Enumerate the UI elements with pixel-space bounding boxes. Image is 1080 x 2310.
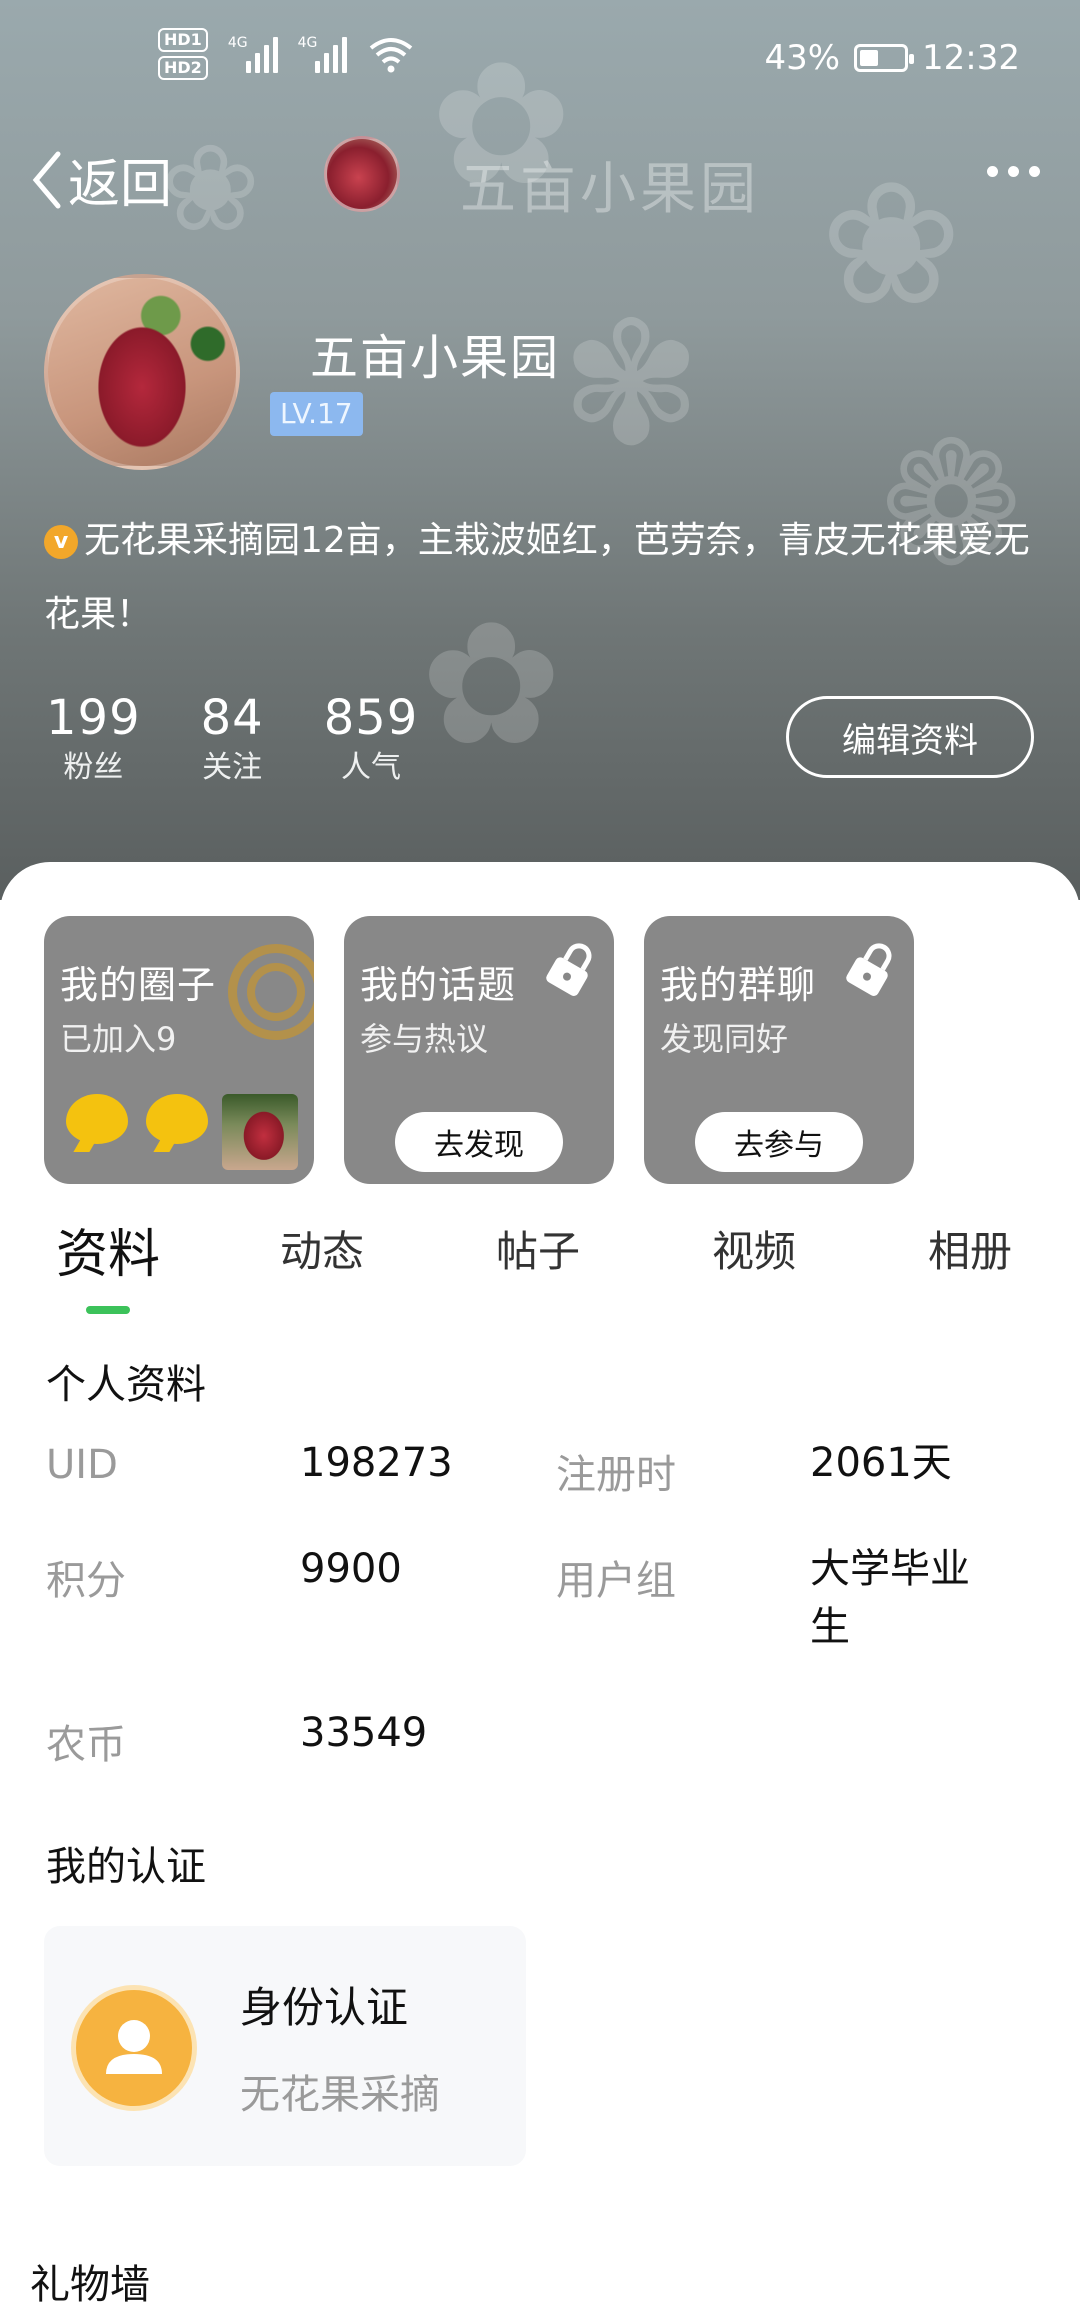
stat-number: 199 bbox=[46, 690, 141, 746]
hd-indicator: HD1 HD2 bbox=[158, 28, 208, 80]
top-nav-bar: 返回 五亩小果园 bbox=[0, 130, 1080, 230]
wifi-icon bbox=[370, 38, 413, 73]
stat-label: 粉丝 bbox=[63, 750, 124, 785]
card-subtitle: 参与热议 bbox=[360, 1020, 489, 1058]
lock-icon bbox=[546, 943, 592, 996]
chat-bubble-icon bbox=[66, 1094, 128, 1144]
discover-button[interactable]: 去发现 bbox=[395, 1112, 563, 1172]
nav-avatar bbox=[324, 136, 400, 212]
chat-bubble-icon bbox=[146, 1094, 208, 1144]
profile-content-sheet: 我的圈子 已加入9 我的话题 参与热议 去发现 我的群聊 发现同好 去参与 资料… bbox=[0, 862, 1080, 2310]
tab-info[interactable]: 资料 bbox=[56, 1212, 160, 1287]
stat-number: 84 bbox=[200, 690, 264, 746]
points-label: 积分 bbox=[46, 1558, 126, 1604]
registered-label: 注册时 bbox=[556, 1452, 676, 1498]
profile-page: ✿ ❀ ✾ ❁ ✿ ❀ HD1 HD2 4G 4G 43% 12:32 返回 五… bbox=[0, 0, 1080, 2310]
registered-value: 2061天 bbox=[810, 1440, 952, 1486]
tab-albums[interactable]: 相册 bbox=[928, 1218, 1012, 1279]
stat-popularity[interactable]: 859 人气 bbox=[324, 690, 419, 790]
battery-percent: 43% bbox=[764, 38, 841, 78]
circle-logo-icon bbox=[228, 944, 314, 1040]
status-bar: HD1 HD2 4G 4G 43% 12:32 bbox=[0, 0, 1080, 120]
feature-cards: 我的圈子 已加入9 我的话题 参与热议 去发现 我的群聊 发现同好 去参与 bbox=[44, 916, 914, 1184]
back-button[interactable]: 返回 bbox=[28, 142, 172, 217]
card-subtitle: 发现同好 bbox=[660, 1020, 789, 1058]
my-circles-card[interactable]: 我的圈子 已加入9 bbox=[44, 916, 314, 1184]
profile-name: 五亩小果园 bbox=[310, 330, 561, 386]
nav-title: 五亩小果园 bbox=[460, 157, 760, 222]
dot-icon bbox=[987, 166, 998, 177]
signal-2-icon: 4G bbox=[298, 35, 348, 73]
person-icon bbox=[76, 1990, 192, 2106]
card-title: 我的话题 bbox=[360, 963, 517, 1007]
flower-pattern-icon: ✾ bbox=[560, 286, 703, 484]
profile-bio: v 无花果采摘园12亩，主栽波姬红，芭劳奈，青皮无花果爱无花果！ bbox=[44, 504, 1054, 652]
signal-1-icon: 4G bbox=[228, 35, 278, 73]
uid-label: UID bbox=[46, 1442, 118, 1488]
tab-posts[interactable]: 帖子 bbox=[496, 1218, 580, 1279]
card-title: 我的群聊 bbox=[660, 963, 817, 1007]
network-type-1: 4G bbox=[227, 35, 248, 51]
tab-activity[interactable]: 动态 bbox=[280, 1218, 364, 1279]
card-title: 我的圈子 bbox=[60, 963, 217, 1007]
chevron-left-icon bbox=[32, 151, 61, 208]
card-subtitle: 已加入9 bbox=[60, 1020, 177, 1058]
circle-thumbnail bbox=[222, 1094, 298, 1170]
lock-icon bbox=[846, 943, 892, 996]
stat-label: 人气 bbox=[341, 750, 402, 785]
bio-text: 无花果采摘园12亩，主栽波姬红，芭劳奈，青皮无花果爱无花果！ bbox=[44, 520, 1030, 635]
uid-value: 198273 bbox=[300, 1440, 453, 1486]
more-options-button[interactable] bbox=[987, 166, 1040, 177]
hd2-badge: HD2 bbox=[158, 56, 208, 80]
gift-wall-title: 礼物墙 bbox=[30, 2262, 150, 2308]
my-topics-card[interactable]: 我的话题 参与热议 去发现 bbox=[344, 916, 614, 1184]
edit-profile-button[interactable]: 编辑资料 bbox=[786, 696, 1034, 778]
cert-card-title: 身份认证 bbox=[240, 1983, 409, 2032]
level-badge: LV.17 bbox=[270, 392, 363, 436]
dot-icon bbox=[1008, 166, 1019, 177]
join-button[interactable]: 去参与 bbox=[695, 1112, 863, 1172]
stat-number: 859 bbox=[323, 690, 419, 746]
avatar[interactable] bbox=[44, 274, 240, 470]
clock: 12:32 bbox=[922, 38, 1020, 78]
cert-card-subtitle: 无花果采摘 bbox=[240, 2072, 440, 2118]
user-group-value-line: 生 bbox=[810, 1604, 850, 1650]
active-tab-indicator bbox=[86, 1306, 130, 1314]
user-group-value: 大学毕业 生 bbox=[810, 1540, 970, 1656]
my-group-chats-card[interactable]: 我的群聊 发现同好 去参与 bbox=[644, 916, 914, 1184]
profile-stats: 199 粉丝 84 关注 859 人气 bbox=[46, 690, 478, 790]
user-group-value-line: 大学毕业 bbox=[810, 1546, 970, 1592]
verified-icon: v bbox=[44, 525, 78, 559]
personal-info-title: 个人资料 bbox=[46, 1362, 206, 1408]
coin-label: 农币 bbox=[46, 1722, 126, 1768]
coin-value: 33549 bbox=[300, 1710, 428, 1756]
stat-label: 关注 bbox=[202, 750, 263, 785]
dot-icon bbox=[1029, 166, 1040, 177]
identity-certification-card[interactable]: 身份认证 无花果采摘 bbox=[44, 1926, 526, 2166]
hd1-badge: HD1 bbox=[158, 28, 208, 52]
points-value: 9900 bbox=[300, 1546, 402, 1592]
profile-tabs: 资料 动态 帖子 视频 相册 bbox=[0, 1212, 1080, 1322]
stat-fans[interactable]: 199 粉丝 bbox=[46, 690, 141, 790]
user-group-label: 用户组 bbox=[556, 1558, 676, 1604]
stat-following[interactable]: 84 关注 bbox=[201, 690, 264, 790]
certification-title: 我的认证 bbox=[46, 1844, 206, 1890]
back-label: 返回 bbox=[68, 155, 173, 215]
battery-icon bbox=[854, 44, 915, 72]
tab-videos[interactable]: 视频 bbox=[712, 1218, 796, 1279]
network-type-2: 4G bbox=[297, 35, 318, 51]
